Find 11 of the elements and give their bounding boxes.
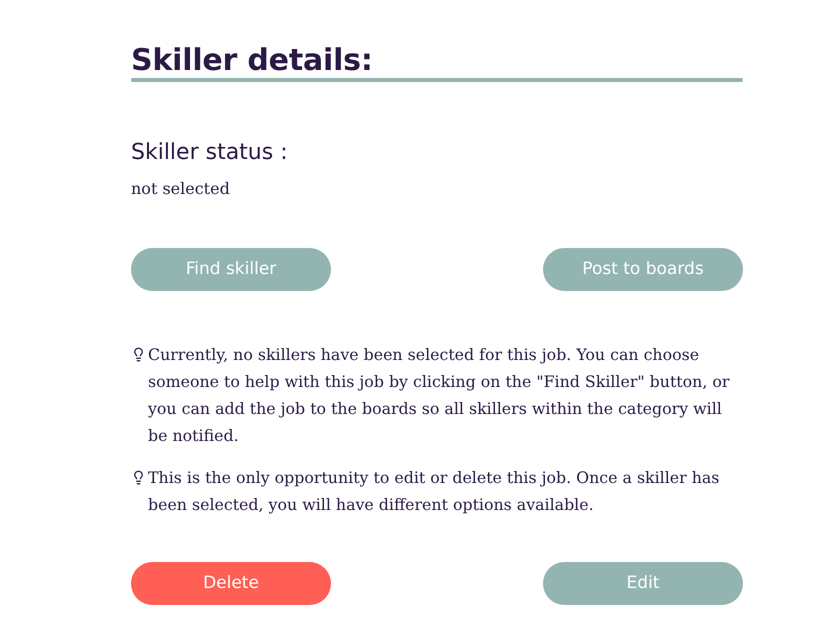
action-button[interactable]: Post to boards xyxy=(543,248,743,291)
status-label: Skiller status : xyxy=(131,139,288,167)
action-button[interactable]: Edit xyxy=(543,562,743,605)
lightbulb-icon xyxy=(131,346,146,363)
tip-text: This is the only opportunity to edit or delete this job. Once a skiller has been selected, you will have different options available. xyxy=(148,467,720,516)
action-button[interactable]: Find skiller xyxy=(131,248,331,291)
delete-button[interactable]: Delete xyxy=(131,562,331,605)
section-title: Skiller details: xyxy=(131,44,373,78)
status-value: not selected xyxy=(131,178,230,200)
lightbulb-icon xyxy=(131,469,146,486)
tip-text: Currently, no skillers have been selected for this job. You can choose someone to help with this job by clicking on the "Find Skiller" button, or you can add the job to the boards so all skillers within the category will be notified. xyxy=(148,344,730,447)
